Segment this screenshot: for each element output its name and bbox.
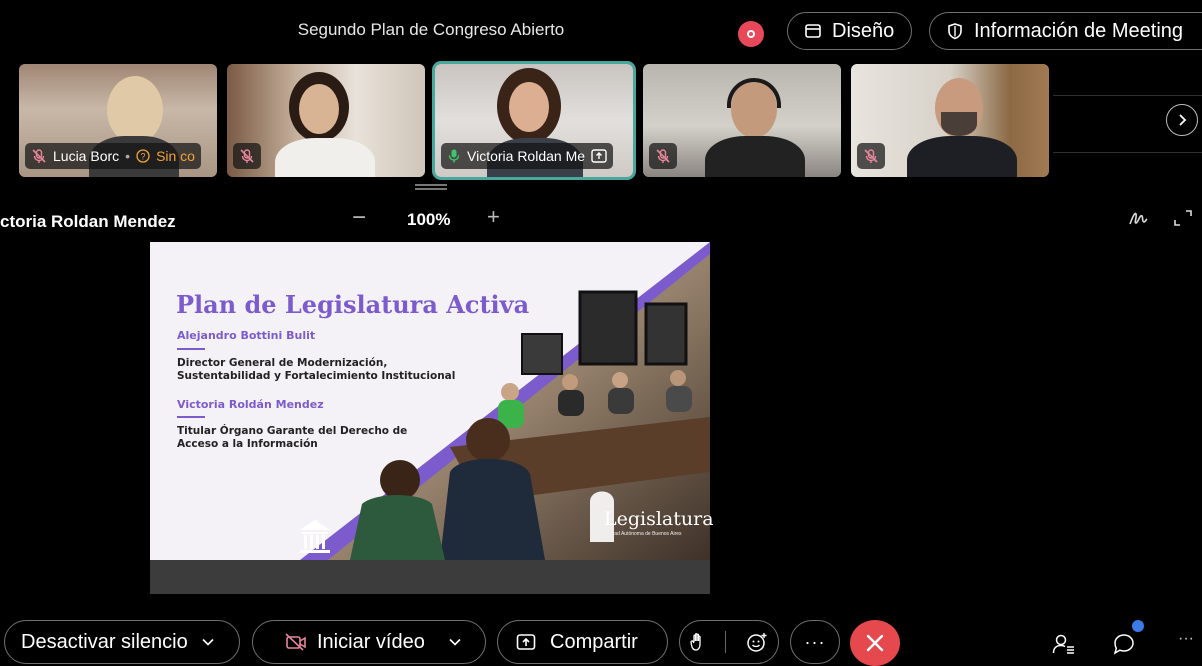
zoom-out-button[interactable]: −	[352, 204, 366, 232]
slide-logo-subtext: Ciudad Autónoma de Buenos Aires	[604, 531, 682, 537]
connection-status: Sin co	[156, 148, 195, 164]
leave-meeting-button[interactable]	[850, 620, 900, 666]
mic-muted-icon	[32, 149, 46, 163]
person-beard	[941, 112, 977, 136]
chat-notification-badge	[1132, 620, 1144, 632]
participant-tile-4[interactable]	[643, 64, 841, 177]
person-shoulders	[907, 136, 1017, 177]
person-face	[299, 84, 339, 134]
participant-name-pill	[233, 143, 261, 169]
reactions-group	[679, 620, 779, 664]
chevron-down-icon[interactable]	[449, 638, 461, 646]
emoji-reaction-icon[interactable]	[746, 631, 768, 653]
close-icon	[866, 634, 884, 652]
meeting-info-button[interactable]: Información de Meeting	[929, 12, 1202, 50]
mic-muted-icon	[656, 149, 670, 163]
zoom-in-button[interactable]: +	[487, 204, 500, 230]
person-body	[608, 388, 634, 414]
unmute-button[interactable]: Desactivar silencio	[4, 620, 240, 664]
mic-active-icon	[448, 149, 460, 163]
participants-icon[interactable]	[1052, 633, 1076, 655]
slide-person1-name: Alejandro Bottini Bulit	[177, 329, 316, 342]
participant-name-pill	[649, 143, 677, 169]
participant-name-pill: Lucia Borc • ? Sin co	[25, 143, 201, 169]
slide-person2-role: Titular Órgano Garante del Derecho de Ac…	[177, 425, 407, 451]
share-button-label: Compartir	[550, 630, 638, 653]
person-body	[440, 458, 545, 560]
slide-logo-text: Legislatura	[604, 508, 714, 530]
slide-footer-bar	[150, 560, 710, 594]
mic-muted-icon	[864, 149, 878, 163]
chevron-down-icon[interactable]	[202, 638, 214, 646]
shield-icon	[948, 23, 962, 40]
presenter-name: ctoria Roldan Mendez	[0, 212, 176, 231]
person-head	[612, 372, 628, 388]
slide-person1-role-line2: Sustentabilidad y Fortalecimiento Instit…	[177, 370, 456, 382]
recording-indicator-icon[interactable]	[738, 21, 764, 47]
layout-icon	[805, 24, 821, 38]
meeting-title: Segundo Plan de Congreso Abierto	[297, 20, 565, 39]
slide-divider	[177, 416, 205, 418]
strip-divider	[1053, 95, 1202, 96]
fullscreen-icon[interactable]	[1172, 208, 1194, 228]
next-participants-button[interactable]	[1166, 104, 1198, 136]
raise-hand-icon[interactable]	[690, 632, 706, 652]
wall-picture	[578, 290, 638, 366]
share-screen-icon	[516, 634, 536, 650]
layout-button[interactable]: Diseño	[787, 12, 912, 50]
zoom-level: 100%	[407, 210, 451, 229]
wall-picture	[521, 333, 563, 375]
person-head	[501, 383, 519, 401]
slide-person2-name: Victoria Roldán Mendez	[177, 398, 324, 411]
participant-tile-2[interactable]	[227, 64, 425, 177]
overflow-menu-icon[interactable]: ···	[1178, 630, 1194, 648]
more-options-label: ···	[804, 631, 826, 652]
slide-person2-role-line2: Acceso a la Información	[177, 438, 318, 450]
participant-tile-3-active-speaker[interactable]: Victoria Roldan Me	[435, 64, 633, 177]
video-off-icon	[285, 633, 306, 651]
slide-title: Plan de Legislatura Activa	[176, 290, 530, 319]
annotate-icon[interactable]	[1128, 208, 1150, 228]
person-silhouette	[107, 76, 163, 144]
person-shoulders	[275, 138, 375, 177]
person-body	[558, 390, 584, 416]
slide-person2-role-line1: Titular Órgano Garante del Derecho de	[177, 425, 408, 437]
participant-tile-1[interactable]: Lucia Borc • ? Sin co	[19, 64, 217, 177]
slide-person1-role: Director General de Modernización, Suste…	[177, 357, 455, 383]
person-head	[466, 418, 510, 462]
participant-name: Lucia Borc	[53, 148, 120, 164]
person-head	[380, 460, 420, 500]
person-head	[562, 374, 578, 390]
person-face	[509, 82, 549, 132]
separator-dot: •	[125, 148, 131, 164]
participant-tile-5[interactable]	[851, 64, 1049, 177]
participant-name-pill: Victoria Roldan Me	[441, 143, 614, 169]
person-body	[350, 495, 445, 560]
mic-muted-icon	[240, 149, 254, 163]
strip-divider	[1053, 152, 1202, 153]
screen-share-icon	[591, 149, 607, 163]
resize-handle[interactable]	[415, 184, 447, 190]
unmute-button-label: Desactivar silencio	[21, 630, 188, 653]
person-shoulders	[705, 136, 805, 177]
help-icon: ?	[136, 149, 150, 163]
layout-button-label: Diseño	[832, 19, 895, 42]
person-body	[666, 386, 692, 412]
start-video-button[interactable]: Iniciar vídeo	[252, 620, 486, 664]
divider	[725, 631, 727, 653]
participant-name-pill	[857, 143, 885, 169]
share-button[interactable]: Compartir	[497, 620, 668, 664]
chevron-right-icon	[1179, 114, 1187, 126]
chat-icon[interactable]	[1112, 632, 1136, 656]
slide-person1-role-line1: Director General de Modernización,	[177, 357, 388, 369]
slide-divider	[177, 348, 205, 350]
start-video-label: Iniciar vídeo	[317, 630, 425, 653]
wall-picture	[644, 302, 688, 366]
participant-name: Victoria Roldan Me	[467, 148, 586, 164]
meeting-info-label: Información de Meeting	[974, 19, 1184, 42]
svg-text:?: ?	[141, 152, 146, 162]
person-head	[670, 370, 686, 386]
more-options-button[interactable]: ···	[790, 620, 840, 664]
